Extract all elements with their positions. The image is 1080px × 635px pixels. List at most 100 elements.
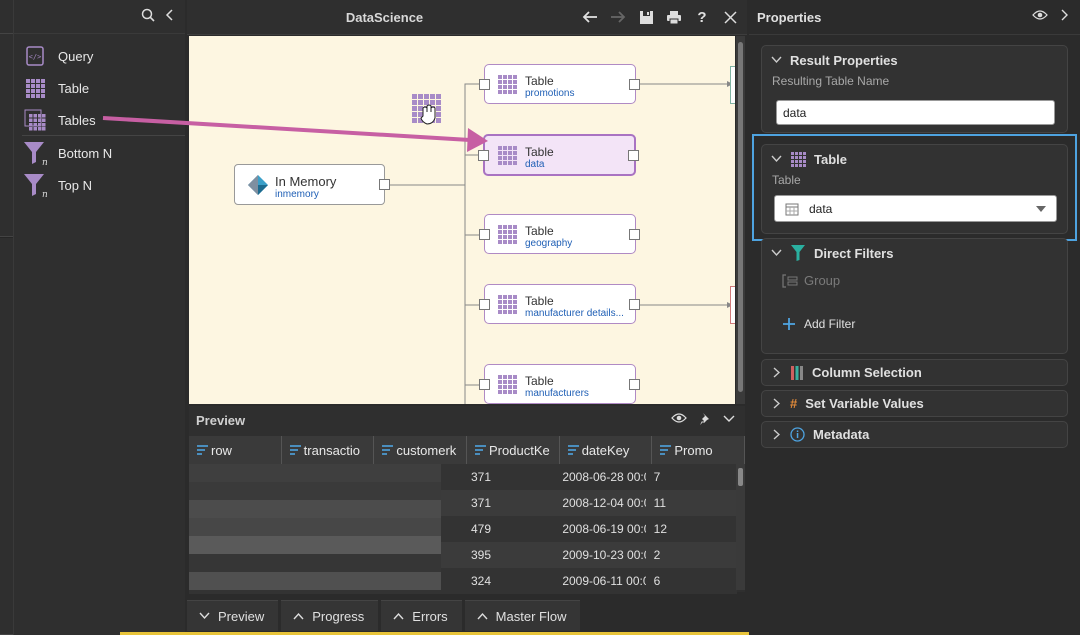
eye-icon[interactable] — [671, 412, 687, 429]
mask-tile — [387, 554, 405, 572]
mask-tile — [351, 464, 369, 482]
print-icon[interactable] — [665, 6, 683, 28]
tab-label: Errors — [412, 608, 448, 624]
mask-tile — [423, 500, 441, 518]
toolbox-item-table[interactable]: Table — [22, 75, 89, 101]
info-icon — [790, 427, 805, 442]
mask-tile — [369, 464, 387, 482]
save-icon[interactable] — [637, 6, 655, 28]
table-icon — [22, 75, 48, 101]
chevron-right-icon[interactable] — [1060, 9, 1068, 24]
help-icon[interactable]: ? — [693, 6, 711, 28]
toolbox-item-query[interactable]: </> Query — [22, 43, 93, 69]
preview-scrollbar[interactable] — [736, 464, 745, 590]
input-port[interactable] — [479, 379, 490, 390]
node-title: In Memory — [275, 174, 337, 189]
metadata-section[interactable]: Metadata — [761, 421, 1068, 448]
mask-tile — [225, 482, 243, 500]
properties-panel: Properties Result Properties Resulting T… — [749, 0, 1080, 635]
section-header[interactable]: Metadata — [762, 422, 1067, 447]
output-port[interactable] — [629, 299, 640, 310]
scrollbar-thumb[interactable] — [738, 42, 743, 392]
undo-arrow-icon[interactable] — [581, 6, 599, 28]
mask-tile — [315, 482, 333, 500]
section-header[interactable]: Direct Filters — [762, 239, 1067, 267]
mask-tile — [189, 482, 207, 500]
mask-tile — [189, 500, 207, 518]
mask-tile — [261, 554, 279, 572]
output-port[interactable] — [629, 229, 640, 240]
scrollbar-thumb[interactable] — [738, 468, 743, 486]
table-node-geography[interactable]: Table geography — [479, 214, 640, 254]
left-collapsed-panel — [0, 0, 14, 635]
mask-tile — [351, 482, 369, 500]
input-port[interactable] — [478, 150, 489, 161]
tab-progress[interactable]: Progress — [281, 600, 379, 631]
table-icon — [498, 146, 517, 165]
in-memory-node[interactable]: In Memory inmemory — [234, 164, 390, 205]
downstream-node-partial[interactable] — [730, 66, 735, 104]
mask-tile — [297, 518, 315, 536]
column-header-label: Promo — [674, 442, 713, 458]
column-header[interactable]: row — [189, 436, 282, 464]
output-port[interactable] — [629, 379, 640, 390]
column-header[interactable]: ProductKe — [467, 436, 560, 464]
chevron-down-icon[interactable] — [723, 412, 735, 429]
preview-title: Preview — [196, 412, 246, 428]
section-header[interactable]: Column Selection — [762, 360, 1067, 385]
downstream-node-partial[interactable] — [730, 286, 735, 324]
table-node-promotions[interactable]: Table promotions — [479, 64, 640, 104]
column-selection-section[interactable]: Column Selection — [761, 359, 1068, 386]
toolbox-item-top-n[interactable]: n Top N — [22, 172, 92, 198]
input-port[interactable] — [479, 299, 490, 310]
input-port[interactable] — [479, 79, 490, 90]
output-port[interactable] — [629, 79, 640, 90]
properties-title: Properties — [757, 9, 822, 25]
output-port[interactable] — [379, 179, 390, 190]
column-header[interactable]: dateKey — [560, 436, 653, 464]
mask-tile — [279, 518, 297, 536]
section-header[interactable]: # Set Variable Values — [762, 391, 1067, 416]
properties-header: Properties — [749, 0, 1080, 35]
flow-canvas[interactable]: In Memory inmemory Table promotions Tabl… — [189, 36, 735, 404]
group-button[interactable]: Group — [782, 273, 840, 288]
mask-tile — [423, 518, 441, 536]
mask-tile — [261, 464, 279, 482]
mask-tile — [189, 518, 207, 536]
redo-arrow-icon[interactable] — [609, 6, 627, 28]
chevron-down-icon — [770, 249, 782, 257]
column-header[interactable]: customerk — [374, 436, 468, 464]
table-cell: 12 — [653, 522, 667, 536]
redacted-data-mask — [189, 464, 441, 590]
eye-icon[interactable] — [1032, 9, 1048, 24]
plus-icon — [783, 318, 795, 330]
output-port[interactable] — [628, 150, 639, 161]
mask-tile — [351, 518, 369, 536]
sort-lines-icon — [197, 445, 208, 455]
tab-errors[interactable]: Errors — [381, 600, 462, 631]
toolbox-item-tables[interactable]: Tables — [22, 107, 96, 133]
mask-tile — [279, 536, 297, 554]
search-icon[interactable] — [141, 8, 155, 25]
toolbox-item-bottom-n[interactable]: n Bottom N — [22, 140, 112, 166]
tab-preview[interactable]: Preview — [187, 600, 279, 631]
close-icon[interactable] — [721, 6, 739, 28]
set-variable-values-section[interactable]: # Set Variable Values — [761, 390, 1068, 417]
collapse-chevron-icon[interactable] — [165, 8, 175, 25]
mask-tile — [297, 536, 315, 554]
result-table-name-input[interactable]: data — [776, 100, 1055, 125]
pin-icon[interactable] — [699, 412, 711, 429]
canvas-scrollbar[interactable] — [736, 36, 745, 404]
chevron-up-icon — [393, 612, 404, 620]
table-node-data[interactable]: Table data — [478, 134, 639, 176]
add-filter-button[interactable]: Add Filter — [782, 317, 855, 331]
section-header[interactable]: Result Properties — [762, 46, 1067, 74]
mask-tile — [315, 572, 333, 590]
column-header[interactable]: transactio — [282, 436, 375, 464]
column-header[interactable]: Promo — [652, 436, 746, 464]
input-port[interactable] — [479, 229, 490, 240]
tab-master-flow[interactable]: Master Flow — [464, 600, 581, 631]
mask-tile — [189, 554, 207, 572]
table-node-manufacturer-details[interactable]: Table manufacturer details... — [479, 284, 640, 324]
table-node-manufacturers[interactable]: Table manufacturers — [479, 364, 640, 404]
